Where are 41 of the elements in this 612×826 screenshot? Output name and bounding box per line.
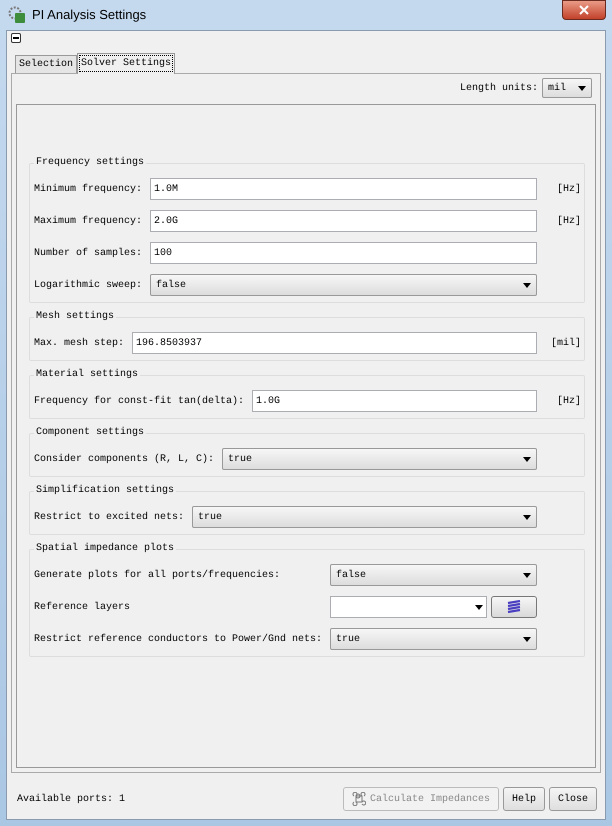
dropdown[interactable]: true [222,448,537,470]
window-title: PI Analysis Settings [32,6,146,24]
unit-label: [Hz] [556,394,581,408]
unit-label: [Hz] [556,214,581,228]
length-units-label: Length units: [460,82,538,96]
status-text: Available ports: 1 [17,792,126,806]
input-field[interactable]: 2.0G [150,210,537,232]
dropdown[interactable]: true [330,628,537,650]
field-label: Reference layers [34,600,132,614]
tab[interactable]: Selection [15,55,78,73]
layers-icon [506,600,522,614]
field-label: Logarithmic sweep: [34,278,142,292]
close-button[interactable] [562,0,606,20]
collapse-button[interactable] [11,33,21,43]
push-button[interactable]: Help [502,787,545,811]
unit-label: [Hz] [556,182,581,196]
command-icon [352,792,366,806]
field-label: Maximum frequency: [34,214,142,228]
dropdown[interactable]: true [192,506,537,528]
push-button[interactable]: Close [548,787,597,811]
field-label: Generate plots for all ports/frequencies: [34,568,282,582]
input-field[interactable]: 1.0G [252,390,537,412]
close-icon [579,5,589,15]
app-icon [8,6,26,24]
field-label: Restrict to excited nets: [34,510,184,524]
minus-icon [13,37,19,39]
dropdown[interactable]: false [150,274,537,296]
input-field[interactable]: 196.8503937 [132,332,537,354]
field-label: Minimum frequency: [34,182,142,196]
field-label: Frequency for const-fit tan(delta): [34,394,244,408]
tab[interactable]: Solver Settings [77,53,176,74]
input-field[interactable]: 100 [150,242,537,264]
input-field[interactable]: 1.0M [150,178,537,200]
field-label: Restrict reference conductors to Power/Gnd nets: [34,632,322,646]
field-label: Number of samples: [34,246,142,260]
field-label: Max. mesh step: [34,336,124,350]
unit-label: [mil] [550,336,581,350]
field-label: Consider components (R, L, C): [34,452,214,466]
dropdown[interactable]: false [330,564,537,586]
layers-button[interactable] [491,596,537,618]
length-units-select[interactable]: mil [542,78,592,98]
